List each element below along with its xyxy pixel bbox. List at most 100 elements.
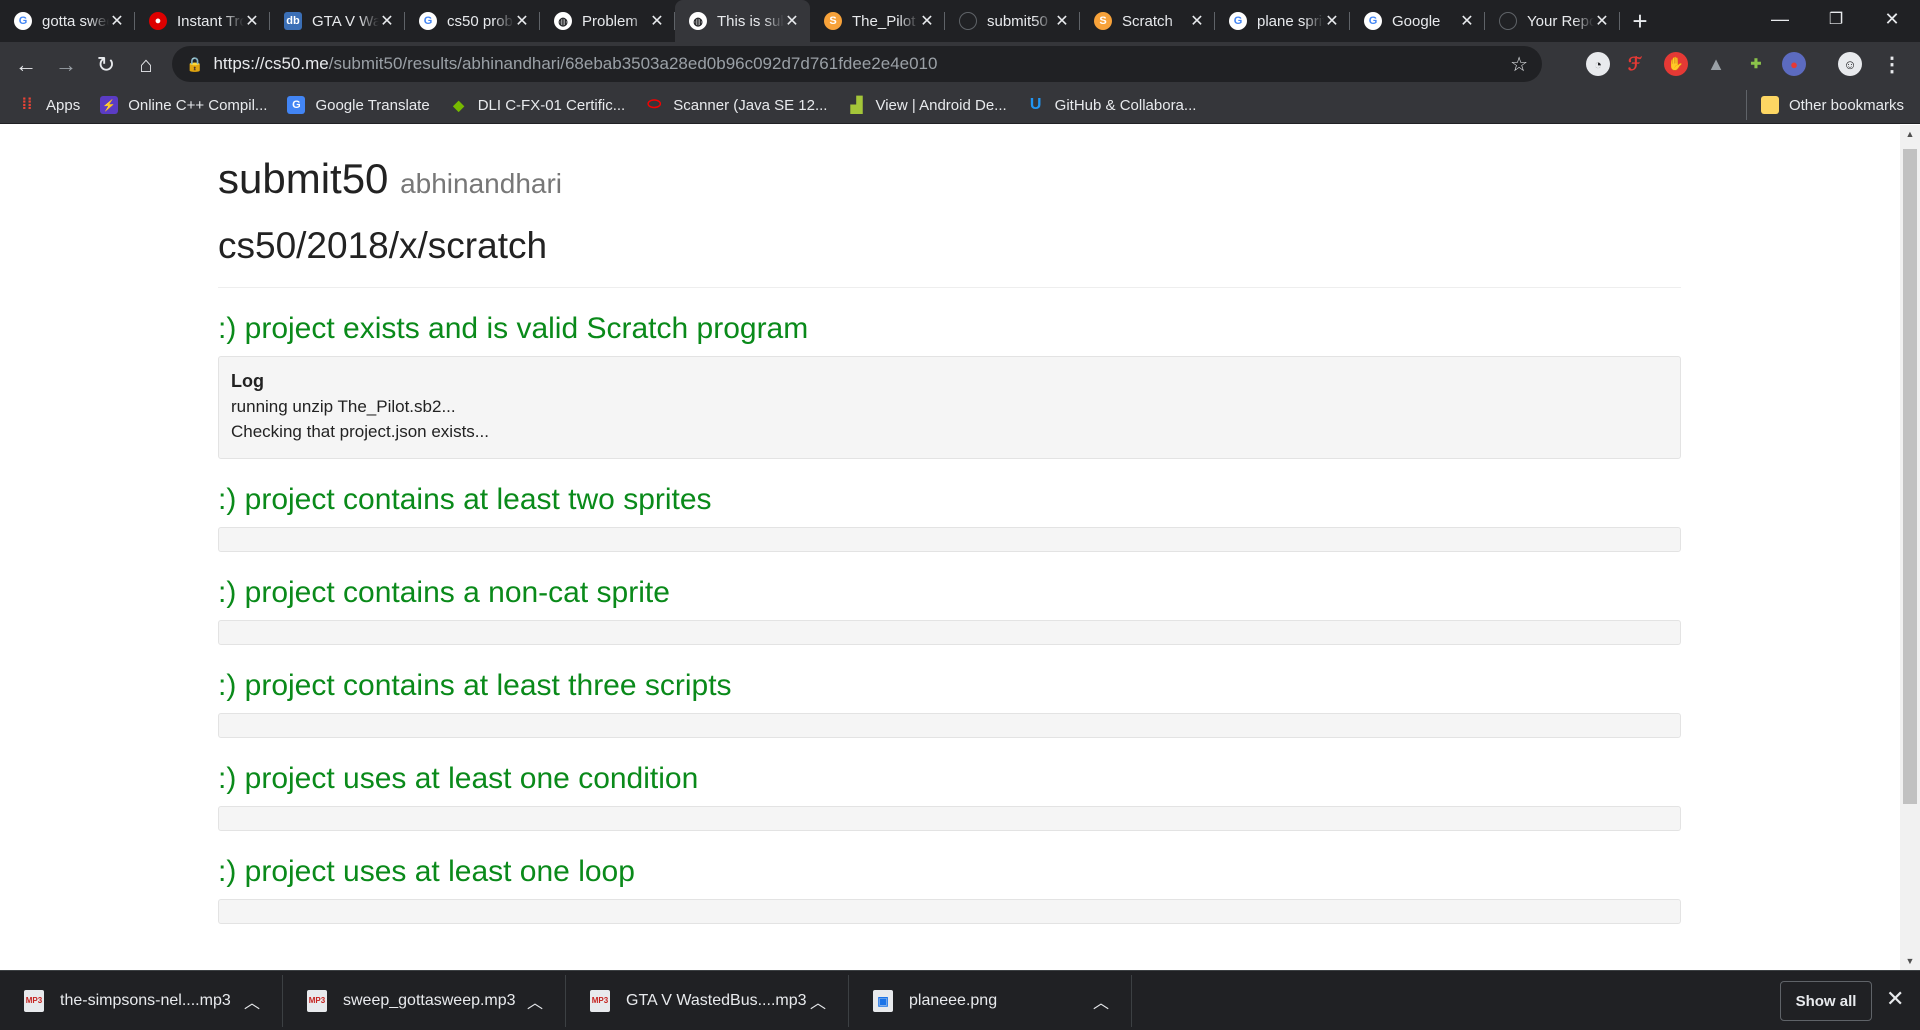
drive-extension-icon[interactable]: ▲ [1704, 52, 1728, 76]
bookmark-dli-certificate[interactable]: ◆ DLI C-FX-01 Certific... [440, 90, 636, 120]
close-tab-icon[interactable]: ✕ [244, 11, 260, 31]
vpn-extension-icon[interactable]: ● [1782, 52, 1806, 76]
download-item[interactable]: MP3 the-simpsons-nel....mp3 ︿ [0, 974, 283, 1027]
google-icon: G [1364, 12, 1382, 30]
tab-3[interactable]: Gcs50 problem✕ [405, 0, 540, 42]
tab-1[interactable]: ● Instant Trolling✕ [135, 0, 270, 42]
back-button[interactable]: ← [6, 45, 46, 85]
close-tab-icon[interactable]: ✕ [784, 11, 800, 31]
url-path: /submit50/results/abhinandhari/68ebab350… [328, 54, 938, 73]
oracle-icon: ⬭ [647, 96, 662, 113]
menu-kebab-icon[interactable]: ⋮ [1880, 52, 1904, 76]
address-bar[interactable]: 🔒 https://cs50.me/submit50/results/abhin… [172, 46, 1542, 82]
chevron-up-icon[interactable]: ︿ [244, 989, 260, 1013]
close-tab-icon[interactable]: ✕ [1594, 11, 1610, 31]
check-log: Log running unzip The_Pilot.sb2... Check… [218, 356, 1681, 459]
download-item[interactable]: MP3 sweep_gottasweep.mp3 ︿ [283, 974, 566, 1027]
check-result: :) project uses at least one condition [218, 738, 1681, 831]
reload-button[interactable]: ↻ [86, 45, 126, 85]
bolt-icon: ⚡ [100, 96, 119, 114]
tab-title: submit50 [987, 12, 1048, 30]
close-tab-icon[interactable]: ✕ [1324, 11, 1340, 31]
tab-title: cs50 problem [447, 12, 514, 30]
tab-11[interactable]: Your Repositories✕ [1485, 0, 1620, 42]
bookmark-label: Online C++ Compil... [128, 96, 268, 114]
close-tab-icon[interactable]: ✕ [109, 11, 125, 31]
bookmark-star-icon[interactable]: ☆ [1510, 52, 1528, 77]
close-window-button[interactable]: ✕ [1864, 0, 1920, 38]
tab-0[interactable]: Ggotta sweep✕ [0, 0, 135, 42]
adblock-extension-icon[interactable]: ✋ [1664, 52, 1688, 76]
check-log [218, 806, 1681, 831]
close-tab-icon[interactable]: ✕ [514, 11, 530, 31]
check-title: :) project contains a non-cat sprite [218, 576, 670, 609]
chevron-up-icon[interactable]: ︿ [810, 989, 826, 1013]
github-icon [1499, 12, 1517, 30]
tab-6[interactable]: S The_Pilot ✕ [810, 0, 945, 42]
close-tab-icon[interactable]: ✕ [919, 11, 935, 31]
restore-button[interactable]: ❐ [1808, 0, 1864, 38]
tab-title: gotta sweep [42, 12, 109, 30]
bookmark-apps[interactable]: ⁞⁞ Apps [8, 90, 90, 120]
tab-title: Your Repositories [1527, 12, 1594, 30]
tab-2[interactable]: db GTA V Wasted✕ [270, 0, 405, 42]
tab-4[interactable]: ◍ Problem ✕ [540, 0, 675, 42]
close-tab-icon[interactable]: ✕ [649, 11, 665, 31]
other-bookmarks-label: Other bookmarks [1788, 96, 1904, 114]
tab-9[interactable]: Gplane sprite✕ [1215, 0, 1350, 42]
check-title: :) project uses at least one loop [218, 855, 635, 888]
other-bookmarks[interactable]: Other bookmarks [1745, 90, 1914, 120]
minimize-button[interactable]: — [1752, 0, 1808, 38]
check-log [218, 527, 1681, 552]
check-result: :) project contains at least three scrip… [218, 645, 1681, 738]
chevron-up-icon[interactable]: ︿ [527, 989, 543, 1013]
download-item[interactable]: ▣ planeee.png ︿ [849, 974, 1132, 1027]
check-title: :) project exists and is valid Scratch p… [218, 312, 809, 345]
tab-5-active[interactable]: ◍ This is submit50✕ [675, 0, 810, 42]
tab-10[interactable]: G Google ✕ [1350, 0, 1485, 42]
close-tab-icon[interactable]: ✕ [1054, 11, 1070, 31]
udemy-icon: U [1029, 96, 1042, 113]
tab-8[interactable]: S Scratch ✕ [1080, 0, 1215, 42]
bookmark-online-compiler[interactable]: ⚡ Online C++ Compil... [90, 90, 277, 120]
translate-icon: G [287, 96, 306, 114]
download-filename: the-simpsons-nel....mp3 [60, 991, 231, 1009]
speed-dial-extension-icon[interactable]: ◔ [1586, 52, 1610, 76]
scroll-up-icon[interactable]: ▲ [1900, 129, 1920, 139]
tab-title: Problem [582, 12, 638, 30]
download-item[interactable]: MP3 GTA V WastedBus....mp3 ︿ [566, 974, 849, 1027]
tab-title: Instant Trolling [177, 12, 244, 30]
vertical-scrollbar[interactable]: ▲ ▼ [1900, 125, 1920, 970]
url-text: https://cs50.me/submit50/results/abhinan… [213, 54, 937, 74]
download-filename: sweep_gottasweep.mp3 [343, 991, 516, 1009]
tab-title: GTA V Wasted [312, 12, 379, 30]
bookmark-google-translate[interactable]: G Google Translate [277, 90, 439, 120]
lock-icon: 🔒 [186, 55, 204, 72]
tab-title: Scratch [1122, 12, 1173, 30]
close-tab-icon[interactable]: ✕ [1459, 11, 1475, 31]
close-download-bar-icon[interactable]: ✕ [1886, 986, 1904, 1012]
close-tab-icon[interactable]: ✕ [379, 11, 395, 31]
bookmark-github-collab[interactable]: U GitHub & Collabora... [1017, 90, 1207, 120]
tab-7[interactable]: submit50 ✕ [945, 0, 1080, 42]
close-tab-icon[interactable]: ✕ [1189, 11, 1205, 31]
check-log [218, 620, 1681, 645]
chevron-up-icon[interactable]: ︿ [1093, 989, 1109, 1013]
show-all-button[interactable]: Show all [1780, 981, 1872, 1021]
bookmark-java-scanner[interactable]: ⬭ Scanner (Java SE 12... [635, 90, 837, 120]
adobe-extension-icon[interactable]: ℱ [1623, 52, 1647, 76]
scroll-down-icon[interactable]: ▼ [1900, 956, 1920, 966]
new-tab-button[interactable]: + [1620, 0, 1660, 42]
bookmark-label: Scanner (Java SE 12... [673, 96, 828, 114]
log-line: running unzip The_Pilot.sb2... [231, 397, 456, 416]
android-icon: ▟ [850, 97, 863, 114]
mp3-file-icon: MP3 [307, 989, 327, 1012]
scrollbar-thumb[interactable] [1903, 149, 1917, 804]
translate-extension-icon[interactable]: ✚ [1744, 52, 1768, 76]
profile-avatar-icon[interactable]: ☺ [1838, 52, 1862, 76]
forward-button[interactable]: → [46, 45, 86, 85]
apps-grid-icon: ⁞⁞ [21, 96, 33, 113]
log-heading: Log [231, 371, 264, 391]
bookmark-android-dev[interactable]: ▟ View | Android De... [837, 90, 1016, 120]
home-button[interactable]: ⌂ [126, 45, 166, 85]
